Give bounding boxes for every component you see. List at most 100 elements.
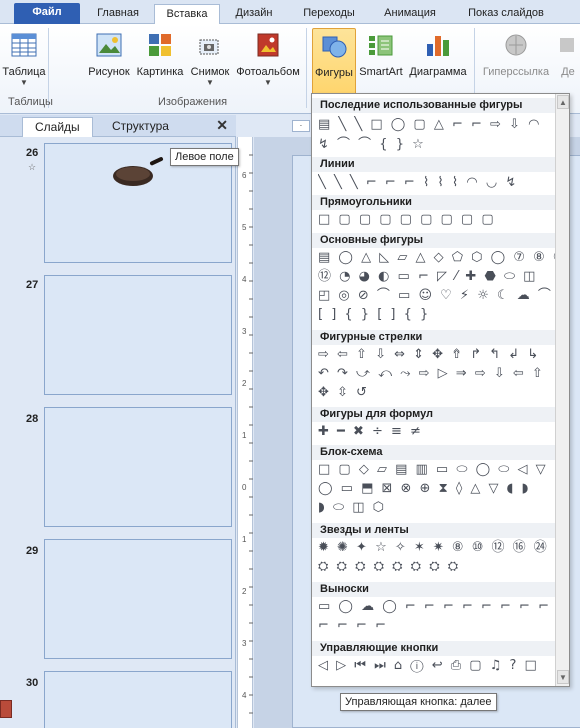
close-icon[interactable]: ✕ <box>216 117 228 134</box>
slide-number: 30 <box>26 677 39 689</box>
tab-home[interactable]: Главная <box>86 4 150 24</box>
tab-animation[interactable]: Анимация <box>372 4 448 24</box>
slide-thumbnail-27[interactable] <box>44 275 232 395</box>
action-button[interactable]: Де <box>556 28 580 100</box>
shape-row[interactable]: ⑫ ◔ ◕ ◐ ▭ ⌐ ◸ ⁄ ✚ ⬣ ⬭ ◫ <box>318 268 558 286</box>
ruler-label: 2 <box>242 587 247 596</box>
ruler-label: 1 <box>242 431 247 440</box>
chevron-down-icon: ▼ <box>264 78 272 87</box>
scroll-down-icon[interactable]: ▼ <box>557 670 569 684</box>
frying-pan-image <box>113 157 164 186</box>
slide-thumbnail-28[interactable] <box>44 407 232 527</box>
smartart-button[interactable]: SmartArt <box>358 28 404 100</box>
ruler-label: 1 <box>242 535 247 544</box>
tooltip-next-button: Управляющая кнопка: далее <box>340 693 497 711</box>
slide-number: 27 <box>26 279 39 291</box>
shape-row[interactable]: ⌐ ⌐ ⌐ ⌐ <box>318 617 558 635</box>
ruler-label: 3 <box>242 327 247 336</box>
photo-album-icon <box>257 33 279 57</box>
shape-row[interactable]: ╲ ╲ ╲ ⌐ ⌐ ⌐ ⌇ ⌇ ⌇ ◠ ◡ ↯ <box>318 174 558 192</box>
gallery-scrollbar[interactable]: ▲ ▼ <box>555 94 569 686</box>
shape-row[interactable]: ◗ ⬭ ◫ ⬡ <box>318 499 558 517</box>
horizontal-ruler-stub: · <box>292 120 310 132</box>
shape-row[interactable]: ◯ ▭ ⬒ ⊠ ⊗ ⊕ ⧗ ◊ △ ▽ ◖ ◗ <box>318 480 558 498</box>
slide-thumbnail-29[interactable] <box>44 539 232 659</box>
shape-row[interactable]: ✹ ✺ ✦ ☆ ✧ ✶ ✷ ⑧ ⑩ ⑫ ⑯ ㉔ ㉜ <box>318 539 558 557</box>
shape-row[interactable]: ▭ ◯ ☁ ◯ ⌐ ⌐ ⌐ ⌐ ⌐ ⌐ ⌐ ⌐ <box>318 598 558 616</box>
tab-transitions[interactable]: Переходы <box>292 4 366 24</box>
slides-pane: Слайды Структура ✕ 26 ☆ 27 28 29 30 <box>0 115 236 728</box>
category-lines: Линии <box>312 157 555 172</box>
shape-row[interactable]: ↶ ↷ ⤻ ⤺ ⤳ ⇨ ▷ ⇒ ⇨ ⇩ ⇦ ⇧ <box>318 365 558 383</box>
ruler-label: 5 <box>242 223 247 232</box>
slide-thumbnail-30[interactable] <box>44 671 232 728</box>
tooltip-left-field: Левое поле <box>170 148 239 166</box>
smartart-icon <box>369 35 393 56</box>
screenshot-button[interactable]: Снимок ▼ <box>186 28 234 100</box>
action-icon <box>560 38 574 52</box>
shape-row[interactable]: ◰ ◎ ⊘ ⌒ ▭ ☺ ♡ ⚡ ☼ ☾ ☁ ⌒ <box>318 287 558 305</box>
hyperlink-icon <box>505 34 527 56</box>
ruler-label: 4 <box>242 691 247 700</box>
category-rectangles: Прямоугольники <box>312 195 555 210</box>
clipart-label: Картинка <box>136 66 184 78</box>
picture-icon <box>96 33 122 57</box>
shape-row[interactable]: [ ] { } [ ] { } <box>318 306 558 324</box>
table-icon <box>11 33 37 57</box>
shape-row[interactable]: □ ▢ ◇ ▱ ▤ ▥ ▭ ⬭ ◯ ⬭ ◁ ▽ <box>318 461 558 479</box>
tab-insert[interactable]: Вставка <box>154 4 220 24</box>
tab-file[interactable]: Файл <box>14 3 80 24</box>
shape-row[interactable]: ↯ ⌒ ⌒ { } ☆ <box>318 136 558 154</box>
picture-button[interactable]: Рисунок <box>84 28 134 100</box>
chevron-down-icon: ▼ <box>206 78 214 87</box>
category-equation-shapes: Фигуры для формул <box>312 407 555 422</box>
tab-slideshow[interactable]: Показ слайдов <box>454 4 558 24</box>
slide-number: 29 <box>26 545 39 557</box>
category-callouts: Выноски <box>312 582 555 597</box>
vertical-ruler: 6 5 4 3 2 1 0 1 2 3 4 <box>237 137 253 728</box>
ruler-label: 6 <box>242 171 247 180</box>
shape-row[interactable]: ✚ ━ ✖ ÷ ≡ ≠ <box>318 423 558 441</box>
shape-row[interactable]: ✥ ⇳ ↺ <box>318 384 558 402</box>
picture-label: Рисунок <box>88 66 130 78</box>
shape-row-action-buttons[interactable]: ◁ ▷ ⏮ ⏭ ⌂ ⓘ ↩ ⎙ ▢ ♫ ? □ <box>318 657 558 675</box>
chart-label: Диаграмма <box>409 66 467 78</box>
group-separator <box>306 28 307 108</box>
smartart-label: SmartArt <box>359 66 403 78</box>
tab-slides[interactable]: Слайды <box>22 117 93 137</box>
category-basic-shapes: Основные фигуры <box>312 233 555 248</box>
shapes-label: Фигуры <box>315 67 353 79</box>
tab-outline[interactable]: Структура <box>100 117 181 137</box>
tab-design[interactable]: Дизайн <box>224 4 284 24</box>
ribbon-tab-bar: Файл Главная Вставка Дизайн Переходы Ани… <box>0 0 580 24</box>
table-button[interactable]: Таблица ▼ <box>2 28 46 100</box>
shape-row[interactable]: ⇨ ⇦ ⇧ ⇩ ⇔ ⇕ ✥ ⇮ ↱ ↰ ↲ ↳ <box>318 346 558 364</box>
slide-number: 28 <box>26 413 39 425</box>
category-recent-shapes: Последние использованные фигуры <box>312 98 555 113</box>
shape-row[interactable]: ▤ ◯ △ ◺ ▱ △ ◇ ⬠ ⬡ ◯ ⑦ ⑧ ⑩ <box>318 249 558 267</box>
shape-row[interactable]: ▤ ╲ ╲ □ ◯ ▢ △ ⌐ ⌐ ⇨ ⇩ ◠ <box>318 116 558 134</box>
shapes-icon <box>322 36 347 58</box>
shapes-gallery: Последние использованные фигуры ▤ ╲ ╲ □ … <box>311 93 570 687</box>
shape-row[interactable]: ⛭ ⛭ ⛭ ⛭ ⛭ ⛭ ⛭ ⛭ <box>318 558 558 576</box>
hyperlink-button[interactable]: Гиперссылка <box>478 28 554 100</box>
ruler-label: 2 <box>242 379 247 388</box>
hyperlink-label: Гиперссылка <box>482 66 550 78</box>
action-label: Де <box>561 66 575 78</box>
slide-number: 26 <box>26 147 39 159</box>
category-flowchart: Блок-схема <box>312 445 555 460</box>
photo-album-button[interactable]: Фотоальбом ▼ <box>234 28 302 100</box>
shape-row[interactable]: □ ▢ ▢ ▢ ▢ ▢ ▢ ▢ ▢ <box>318 211 558 229</box>
category-stars-banners: Звезды и ленты <box>312 523 555 538</box>
chevron-down-icon: ▼ <box>20 78 28 87</box>
clipart-icon <box>149 34 171 56</box>
shapes-button[interactable]: Фигуры <box>312 28 356 100</box>
group-label-images: Изображения <box>158 96 228 108</box>
chart-button[interactable]: Диаграмма <box>406 28 470 100</box>
animation-star-icon: ☆ <box>28 162 37 172</box>
pane-tabs: Слайды Структура ✕ <box>0 115 236 137</box>
scroll-up-icon[interactable]: ▲ <box>557 95 569 109</box>
screenshot-icon <box>199 39 219 55</box>
group-label-tables: Таблицы <box>8 96 53 108</box>
clipart-button[interactable]: Картинка <box>134 28 186 100</box>
